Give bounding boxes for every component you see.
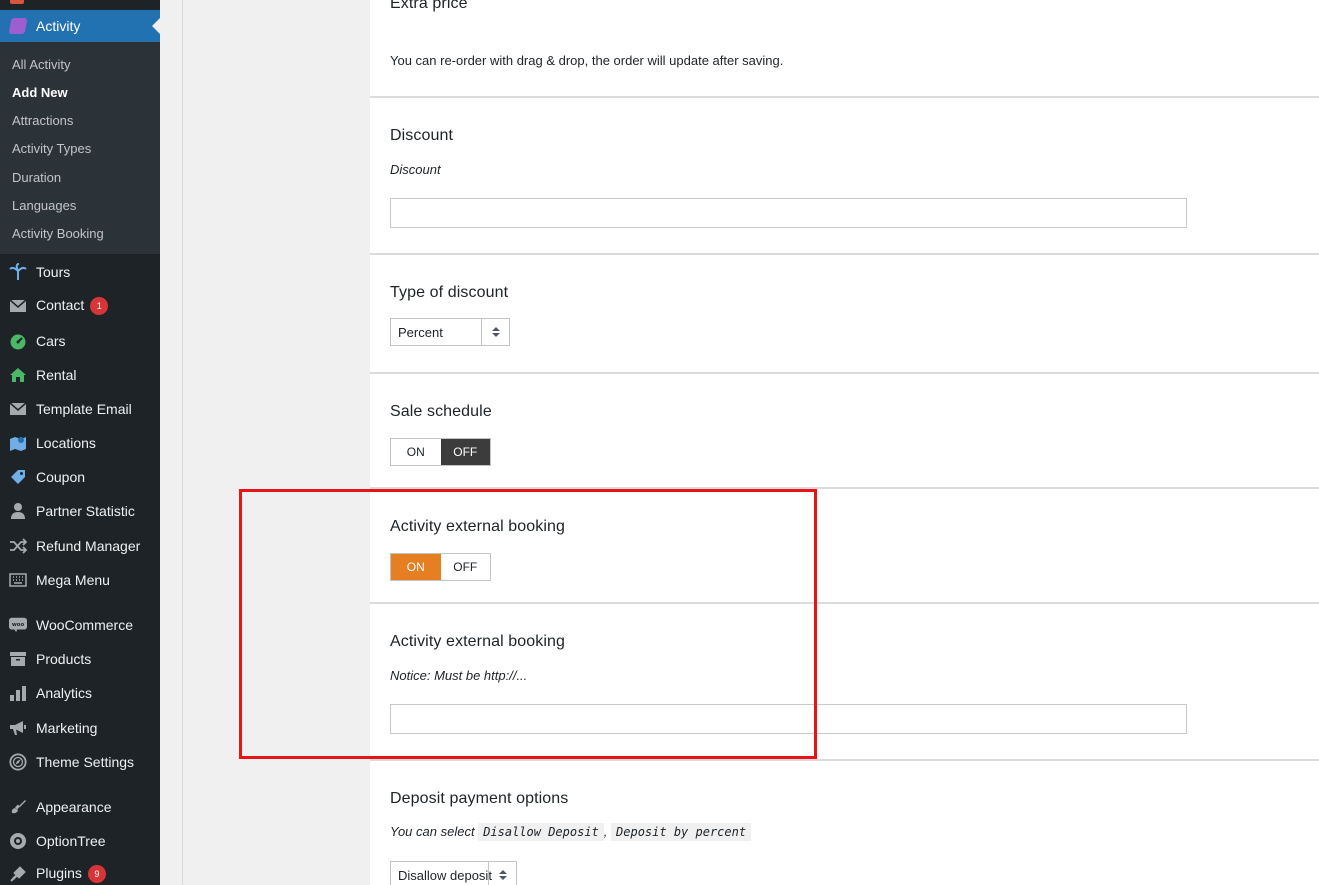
menu-item-locations[interactable]: Locations xyxy=(0,426,160,460)
submenu-item-activity-types[interactable]: Activity Types xyxy=(12,141,91,156)
shuffle-icon xyxy=(9,537,27,555)
menu-item-label: Products xyxy=(36,651,92,667)
submenu-item-attractions[interactable]: Attractions xyxy=(12,113,73,128)
house-icon xyxy=(9,366,27,384)
mail-icon xyxy=(9,297,27,315)
tag-icon xyxy=(9,468,27,486)
bar-chart-icon xyxy=(9,684,27,702)
discount-description: Discount xyxy=(390,162,441,177)
menu-item-label: Cars xyxy=(36,333,66,349)
megaphone-icon xyxy=(9,719,27,737)
section-title-deposit-options: Deposit payment options xyxy=(390,790,569,807)
menu-item-label: Partner Statistic xyxy=(36,503,135,519)
menu-item-woocommerce[interactable]: woo WooCommerce xyxy=(0,608,160,642)
menu-item-optiontree[interactable]: OptionTree xyxy=(0,824,160,858)
section-divider xyxy=(370,96,1319,98)
user-icon xyxy=(9,502,27,520)
menu-item-label: Appearance xyxy=(36,799,112,815)
menu-item-refund-manager[interactable]: Refund Manager xyxy=(0,529,160,563)
up-down-arrows-icon xyxy=(481,319,509,345)
menu-item-partner-statistic[interactable]: Partner Statistic xyxy=(0,494,160,528)
menu-item-label: Analytics xyxy=(36,685,93,701)
select-value: Disallow deposit xyxy=(398,867,492,883)
menu-item-coupon[interactable]: Coupon xyxy=(0,460,160,494)
option-tree-icon xyxy=(9,832,27,850)
menu-item-label: Tours xyxy=(36,264,71,280)
menu-item-theme-settings[interactable]: Theme Settings xyxy=(0,745,160,779)
menu-item-tours[interactable]: Tours xyxy=(0,255,160,289)
annotation-highlight-box xyxy=(239,489,817,759)
menu-item-label: Rental xyxy=(36,367,77,383)
keyboard-icon xyxy=(9,571,27,589)
code-deposit-by-percent: Deposit by percent xyxy=(611,823,752,841)
archive-icon xyxy=(9,650,27,668)
menu-item-label: Refund Manager xyxy=(36,538,141,554)
extra-price-description: You can re-order with drag & drop, the o… xyxy=(390,53,784,68)
svg-text:woo: woo xyxy=(12,622,25,628)
menu-item-template-email[interactable]: Template Email xyxy=(0,392,160,426)
toggle-on-option[interactable]: ON xyxy=(391,439,441,465)
paintbrush-icon xyxy=(9,798,27,816)
menu-item-label: WooCommerce xyxy=(36,617,133,633)
compass-icon xyxy=(9,753,27,771)
menu-item-label: Template Email xyxy=(36,401,132,417)
menu-item-appearance[interactable]: Appearance xyxy=(0,790,160,824)
plug-icon xyxy=(9,865,27,883)
menu-item-label: Contact 1 xyxy=(36,297,109,316)
section-title-discount: Discount xyxy=(390,127,454,144)
menu-item-activity[interactable]: Activity xyxy=(0,10,160,42)
map-icon xyxy=(9,434,27,452)
menu-item-products[interactable]: Products xyxy=(0,642,160,676)
submenu-item-activity-booking[interactable]: Activity Booking xyxy=(12,226,104,241)
menu-item-label: OptionTree xyxy=(36,833,106,849)
menu-item-mega-menu[interactable]: Mega Menu xyxy=(0,563,160,597)
menu-item-plugins[interactable]: Plugins 9 xyxy=(0,857,160,885)
submenu-item-duration[interactable]: Duration xyxy=(12,170,61,185)
dashboard-icon xyxy=(9,332,27,350)
menu-item-marketing[interactable]: Marketing xyxy=(0,711,160,745)
menu-item-analytics[interactable]: Analytics xyxy=(0,676,160,710)
menu-item-label: Activity xyxy=(36,18,81,34)
section-title-type-of-discount: Type of discount xyxy=(390,284,509,301)
discount-type-select[interactable]: Percent xyxy=(390,318,510,346)
activity-icon xyxy=(8,18,28,34)
section-divider xyxy=(370,372,1319,374)
menu-item-cars[interactable]: Cars xyxy=(0,324,160,358)
submenu-item-add-new[interactable]: Add New xyxy=(12,85,68,100)
menu-item-label: Locations xyxy=(36,435,96,451)
section-divider xyxy=(370,759,1319,761)
menu-item-rental[interactable]: Rental xyxy=(0,358,160,392)
select-value: Percent xyxy=(398,324,443,340)
submenu-item-languages[interactable]: Languages xyxy=(12,198,76,213)
notification-badge: 1 xyxy=(90,297,109,316)
menu-item-label: Marketing xyxy=(36,720,98,736)
gutter-divider xyxy=(182,0,183,885)
section-divider xyxy=(370,253,1319,255)
deposit-description: You can select Disallow Deposit, Deposit… xyxy=(390,823,752,841)
toggle-off-option[interactable]: OFF xyxy=(440,439,490,465)
activity-submenu: All Activity Add New Attractions Activit… xyxy=(0,42,160,254)
notification-badge: 9 xyxy=(87,865,106,884)
mail-icon xyxy=(9,400,27,418)
discount-input[interactable] xyxy=(390,198,1187,228)
menu-item-label: Plugins 9 xyxy=(36,865,106,884)
partial-menu-icon xyxy=(10,0,24,4)
admin-sidebar: Activity All Activity Add New Attraction… xyxy=(0,0,160,885)
code-disallow-deposit: Disallow Deposit xyxy=(478,823,604,841)
menu-item-contact[interactable]: Contact 1 xyxy=(0,289,160,323)
section-title-sale-schedule: Sale schedule xyxy=(390,403,492,420)
content-gutter xyxy=(160,0,182,885)
menu-item-label: Theme Settings xyxy=(36,754,135,770)
submenu-item-all-activity[interactable]: All Activity xyxy=(12,57,71,72)
menu-item-label: Mega Menu xyxy=(36,572,110,588)
deposit-options-select[interactable]: Disallow deposit xyxy=(390,861,517,885)
up-down-arrows-icon xyxy=(488,862,516,885)
section-title-extra-price: Extra price xyxy=(390,0,468,12)
sale-schedule-toggle[interactable]: ON OFF xyxy=(390,438,491,466)
menu-item-label: Coupon xyxy=(36,469,86,485)
woo-icon: woo xyxy=(9,616,27,634)
palm-tree-icon xyxy=(9,263,27,281)
